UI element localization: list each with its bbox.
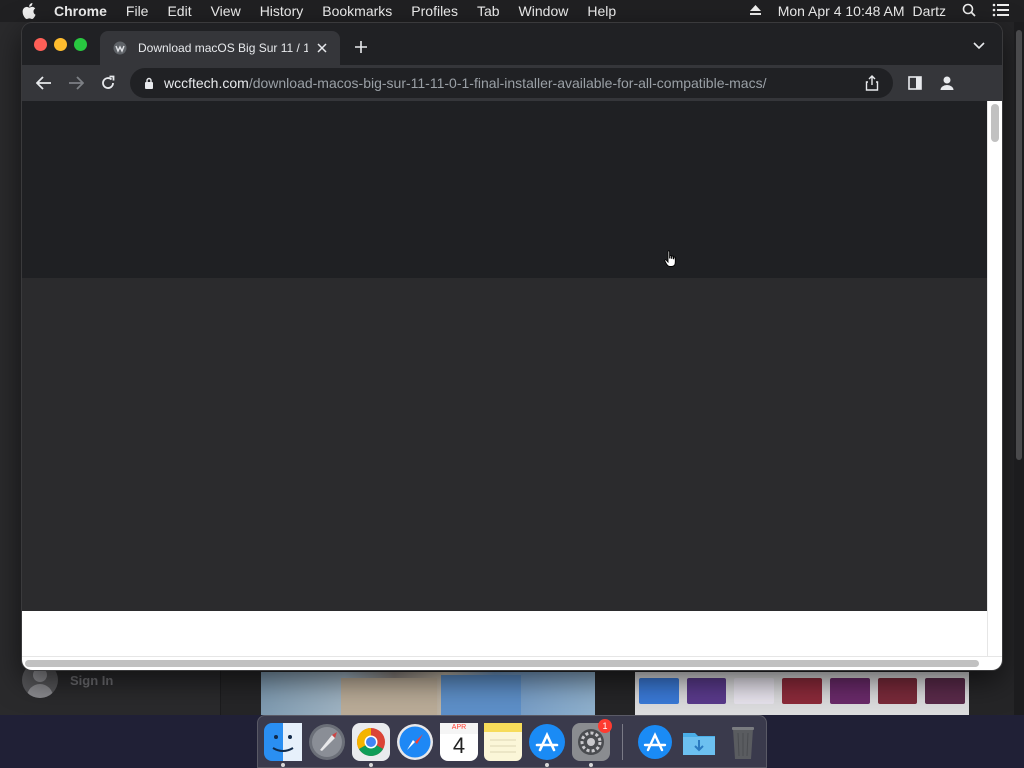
calendar-day: 4: [452, 733, 466, 758]
vertical-scrollbar-thumb[interactable]: [991, 104, 999, 142]
page-viewport[interactable]: [22, 101, 987, 656]
menubar-user[interactable]: Dartz: [913, 3, 946, 19]
menu-file[interactable]: File: [126, 3, 149, 19]
menu-bookmarks[interactable]: Bookmarks: [322, 3, 392, 19]
url-host: wccftech.com: [164, 75, 249, 91]
tab-search-chevron-down-icon[interactable]: [972, 41, 986, 51]
menubar-clock[interactable]: Mon Apr 4 10:48 AM: [778, 3, 905, 19]
page-overlay-region: [22, 278, 987, 611]
background-featured-image[interactable]: [261, 672, 595, 715]
horizontal-scrollbar-thumb[interactable]: [25, 660, 979, 667]
chrome-icon[interactable]: [352, 723, 390, 761]
menu-view[interactable]: View: [211, 3, 241, 19]
horizontal-scrollbar[interactable]: [22, 656, 1002, 670]
dock-separator: [622, 724, 623, 760]
thumbnail: [925, 678, 966, 704]
address-bar[interactable]: wccftech.com/download-macos-big-sur-11-1…: [130, 68, 893, 98]
signin-label: Sign In: [70, 672, 114, 688]
menu-bar: Chrome File Edit View History Bookmarks …: [0, 0, 1024, 22]
spotlight-search-icon[interactable]: [962, 3, 976, 20]
running-indicator: [281, 763, 285, 767]
running-indicator: [589, 763, 593, 767]
thumbnail: [829, 678, 870, 704]
thumbnail: [686, 678, 727, 704]
thumbnail: [639, 678, 679, 704]
tab-close-icon[interactable]: [314, 40, 330, 56]
trash-icon[interactable]: [724, 723, 762, 761]
new-tab-plus-icon[interactable]: [352, 38, 370, 56]
toolbar: wccftech.com/download-macos-big-sur-11-1…: [22, 65, 1002, 101]
forward-arrow-icon[interactable]: [66, 73, 86, 93]
wccftech-favicon-icon: [112, 40, 128, 56]
notification-badge: 1: [598, 719, 612, 733]
calendar-icon[interactable]: APR 4: [440, 723, 478, 761]
launchpad-icon[interactable]: [308, 723, 346, 761]
menu-app-chrome[interactable]: Chrome: [54, 3, 107, 19]
safari-icon[interactable]: [396, 723, 434, 761]
tab-title: Download macOS Big Sur 11 / 1: [138, 41, 308, 55]
hand-cursor-icon: [664, 250, 676, 267]
back-arrow-icon[interactable]: [34, 73, 54, 93]
desktop-scrollbar[interactable]: [1014, 22, 1024, 715]
running-indicator: [545, 763, 549, 767]
control-center-icon[interactable]: [992, 3, 1010, 20]
downloads-folder-icon[interactable]: [680, 723, 718, 761]
tab-strip: Download macOS Big Sur 11 / 1: [22, 23, 1002, 65]
window-zoom-button[interactable]: [74, 38, 87, 51]
reload-icon[interactable]: [98, 73, 118, 93]
dock: APR 4 1: [257, 715, 767, 768]
building-image: [341, 678, 437, 715]
page-header-region: [22, 101, 987, 278]
calendar-month: APR: [451, 724, 467, 731]
tab-active[interactable]: Download macOS Big Sur 11 / 1: [100, 31, 340, 65]
desktop-scrollbar-thumb[interactable]: [1016, 30, 1022, 460]
menu-edit[interactable]: Edit: [167, 3, 191, 19]
running-indicator: [369, 763, 373, 767]
menu-history[interactable]: History: [260, 3, 304, 19]
eject-icon[interactable]: [749, 3, 762, 19]
chrome-window: Download macOS Big Sur 11 / 1 wccftech.c…: [22, 23, 1002, 670]
share-icon[interactable]: [863, 74, 881, 92]
notes-icon[interactable]: [484, 723, 522, 761]
screen-panel-image: [441, 675, 521, 715]
menu-tab[interactable]: Tab: [477, 3, 500, 19]
menu-profiles[interactable]: Profiles: [411, 3, 458, 19]
app-store-icon[interactable]: [528, 723, 566, 761]
menu-help[interactable]: Help: [587, 3, 616, 19]
profile-icon[interactable]: [937, 73, 957, 93]
side-panel-icon[interactable]: [905, 73, 925, 93]
apple-menu-icon[interactable]: [18, 3, 40, 19]
lock-icon[interactable]: [142, 76, 156, 90]
app-store-folder-icon[interactable]: [636, 723, 674, 761]
url-path: /download-macos-big-sur-11-11-0-1-final-…: [248, 75, 767, 91]
thumbnail: [877, 678, 918, 704]
window-close-button[interactable]: [34, 38, 47, 51]
window-minimize-button[interactable]: [54, 38, 67, 51]
url-text[interactable]: wccftech.com/download-macos-big-sur-11-1…: [164, 75, 855, 91]
vertical-scrollbar[interactable]: [987, 101, 1002, 656]
thumbnail: [734, 678, 775, 704]
background-thumbnail-strip[interactable]: [635, 672, 969, 715]
finder-icon[interactable]: [264, 723, 302, 761]
system-preferences-icon[interactable]: 1: [572, 719, 612, 761]
thumbnail: [782, 678, 822, 704]
menu-window[interactable]: Window: [519, 3, 569, 19]
